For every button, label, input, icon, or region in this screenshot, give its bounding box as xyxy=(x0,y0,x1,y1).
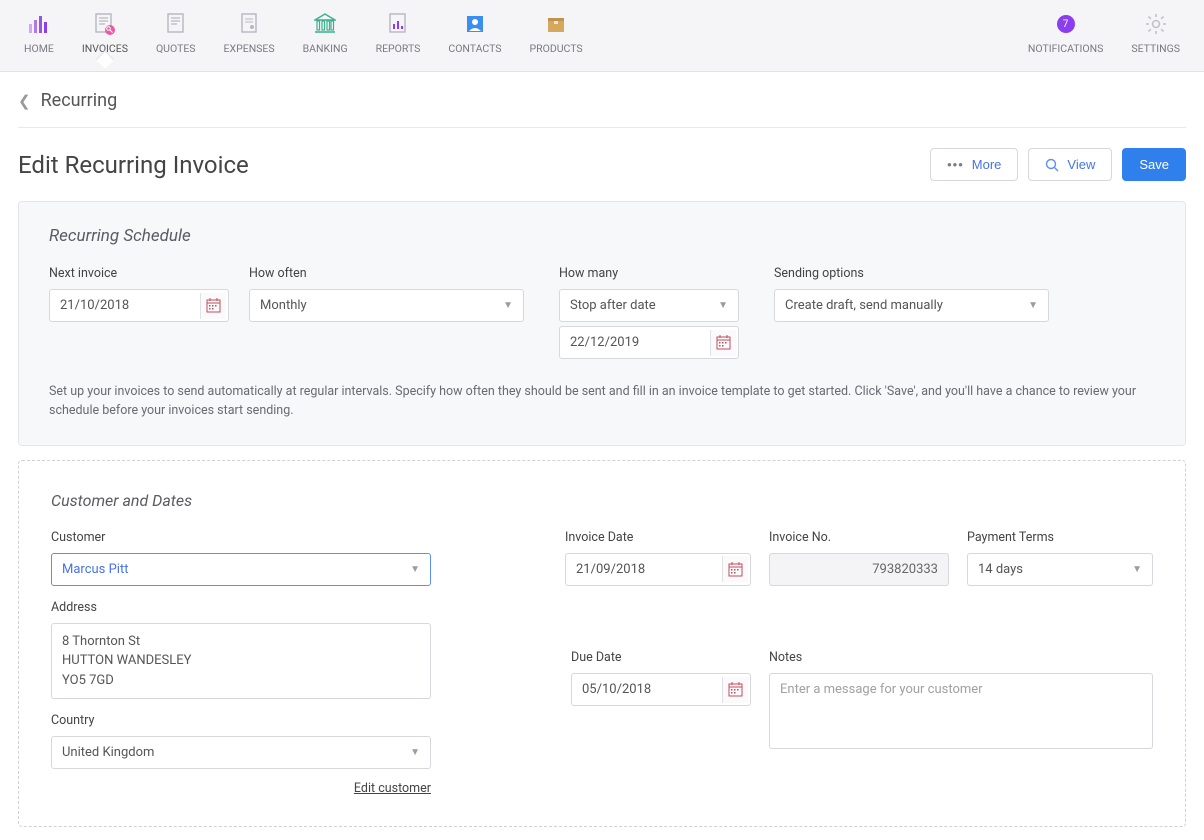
nav-expenses[interactable]: EXPENSES xyxy=(224,10,275,65)
nav-quotes[interactable]: QUOTES xyxy=(156,10,196,65)
schedule-heading: Recurring Schedule xyxy=(49,226,1155,246)
country-label: Country xyxy=(51,713,431,728)
notes-label: Notes xyxy=(769,650,1153,665)
stop-date-input[interactable]: 22/12/2019 xyxy=(559,326,739,359)
page-title: Edit Recurring Invoice xyxy=(18,151,249,179)
nav-products[interactable]: PRODUCTS xyxy=(530,10,583,65)
chevron-down-icon: ▼ xyxy=(1132,564,1142,575)
chevron-down-icon: ▼ xyxy=(718,300,728,311)
report-icon xyxy=(388,13,408,35)
payment-terms-label: Payment Terms xyxy=(967,530,1153,545)
customer-select[interactable]: Marcus Pitt ▼ xyxy=(51,553,431,586)
payment-terms-select[interactable]: 14 days ▼ xyxy=(967,553,1153,586)
bank-icon xyxy=(314,13,336,35)
nav-notifications[interactable]: 7 NOTIFICATIONS xyxy=(1028,10,1103,65)
next-invoice-input[interactable]: 21/10/2018 xyxy=(49,289,229,322)
how-often-select[interactable]: Monthly ▼ xyxy=(249,289,524,322)
contact-icon xyxy=(465,14,485,34)
nav-reports[interactable]: REPORTS xyxy=(376,10,421,65)
breadcrumb-label: Recurring xyxy=(41,90,118,111)
chevron-down-icon: ▼ xyxy=(1028,300,1038,311)
invoice-date-label: Invoice Date xyxy=(565,530,751,545)
bars-icon xyxy=(28,14,50,34)
how-often-label: How often xyxy=(249,266,524,281)
customer-panel: Customer and Dates Customer Marcus Pitt … xyxy=(18,460,1186,828)
sending-options-label: Sending options xyxy=(774,266,1049,281)
view-button[interactable]: View xyxy=(1028,148,1112,181)
more-button[interactable]: ••• More xyxy=(930,148,1018,181)
nav-contacts[interactable]: CONTACTS xyxy=(448,10,501,65)
invoice-number-label: Invoice No. xyxy=(769,530,949,545)
schedule-help-text: Set up your invoices to send automatical… xyxy=(49,383,1155,421)
top-nav: HOME INVOICES QUOTES EXPENSES BANKING RE… xyxy=(0,0,1204,72)
calendar-icon xyxy=(722,556,748,582)
due-date-label: Due Date xyxy=(571,650,751,665)
nav-invoices[interactable]: INVOICES xyxy=(82,10,128,65)
invoice-number-input[interactable]: 793820333 xyxy=(769,553,949,586)
schedule-panel: Recurring Schedule Next invoice 21/10/20… xyxy=(18,201,1186,446)
customer-label: Customer xyxy=(51,530,431,545)
receipt-icon xyxy=(239,13,259,35)
next-invoice-label: Next invoice xyxy=(49,266,229,281)
chevron-down-icon: ▼ xyxy=(410,564,420,575)
nav-banking[interactable]: BANKING xyxy=(303,10,348,65)
breadcrumb[interactable]: ❮ Recurring xyxy=(18,90,1186,128)
sending-options-select[interactable]: Create draft, send manually ▼ xyxy=(774,289,1049,322)
calendar-icon xyxy=(722,677,748,703)
notes-textarea[interactable]: Enter a message for your customer xyxy=(769,673,1153,749)
edit-customer-link[interactable]: Edit customer xyxy=(354,781,431,796)
search-icon xyxy=(1045,158,1059,172)
dots-icon: ••• xyxy=(947,157,964,172)
box-icon xyxy=(546,14,566,34)
quote-icon xyxy=(166,13,186,35)
notification-badge: 7 xyxy=(1057,15,1075,33)
customer-heading: Customer and Dates xyxy=(51,491,1153,510)
save-button[interactable]: Save xyxy=(1122,148,1186,181)
gear-icon xyxy=(1145,13,1167,35)
calendar-icon xyxy=(200,293,226,319)
invoice-date-input[interactable]: 21/09/2018 xyxy=(565,553,751,586)
address-textarea[interactable]: 8 Thornton St HUTTON WANDESLEY YO5 7GD xyxy=(51,623,431,700)
calendar-icon xyxy=(710,330,736,356)
how-many-label: How many xyxy=(559,266,739,281)
chevron-left-icon: ❮ xyxy=(18,92,31,110)
how-many-select[interactable]: Stop after date ▼ xyxy=(559,289,739,322)
due-date-input[interactable]: 05/10/2018 xyxy=(571,673,751,706)
chevron-down-icon: ▼ xyxy=(503,300,513,311)
chevron-down-icon: ▼ xyxy=(410,747,420,758)
invoice-icon xyxy=(94,13,116,35)
nav-settings[interactable]: SETTINGS xyxy=(1131,10,1180,65)
nav-home[interactable]: HOME xyxy=(24,10,54,65)
address-label: Address xyxy=(51,600,431,615)
country-select[interactable]: United Kingdom ▼ xyxy=(51,736,431,769)
